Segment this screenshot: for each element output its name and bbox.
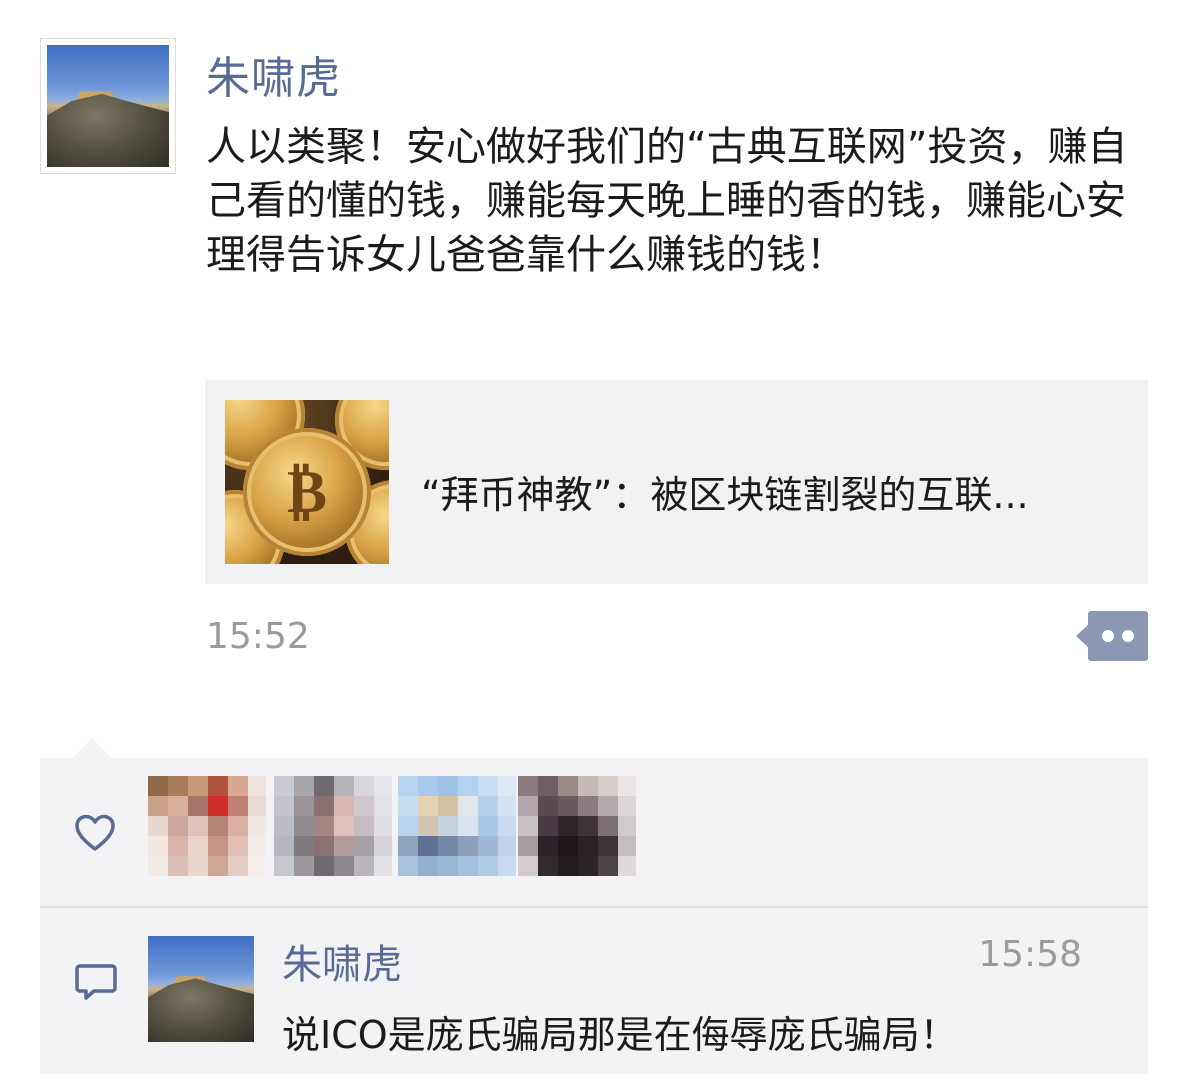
comment-timestamp: 15:58 bbox=[978, 934, 1082, 975]
commenter-avatar[interactable] bbox=[148, 936, 254, 1042]
liker-avatar[interactable] bbox=[518, 776, 636, 888]
more-options-button[interactable] bbox=[1076, 611, 1148, 661]
comment-icon bbox=[75, 964, 117, 1000]
avatar-image bbox=[47, 45, 169, 167]
likers-list bbox=[140, 768, 660, 888]
author-avatar[interactable] bbox=[40, 38, 176, 174]
link-title: “拜币神教”：被区块链割裂的互联... bbox=[421, 473, 1029, 517]
link-thumbnail: ₿ bbox=[225, 400, 389, 564]
heart-icon bbox=[75, 814, 115, 851]
author-name[interactable]: 朱啸虎 bbox=[206, 42, 341, 106]
liker-avatar[interactable] bbox=[398, 776, 516, 888]
shared-link-card[interactable]: ₿ “拜币神教”：被区块链割裂的互联... bbox=[205, 380, 1148, 584]
post-timestamp: 15:52 bbox=[206, 616, 310, 657]
interaction-pointer bbox=[70, 738, 114, 760]
moments-post: 朱啸虎 人以类聚！安心做好我们的“古典互联网”投资，赚自己看的懂的钱，赚能每天晚… bbox=[0, 0, 1188, 1080]
comment-text[interactable]: 说ICO是庞氏骗局那是在侮辱庞氏骗局！ bbox=[282, 1004, 1132, 1059]
comment-author[interactable]: 朱啸虎 bbox=[282, 932, 402, 990]
liker-avatar[interactable] bbox=[274, 776, 392, 888]
avatar-image bbox=[148, 936, 254, 1042]
post-text: 人以类聚！安心做好我们的“古典互联网”投资，赚自己看的懂的钱，赚能每天晚上睡的香… bbox=[206, 124, 1128, 278]
liker-avatar[interactable] bbox=[148, 776, 266, 888]
interaction-divider bbox=[40, 906, 1148, 908]
